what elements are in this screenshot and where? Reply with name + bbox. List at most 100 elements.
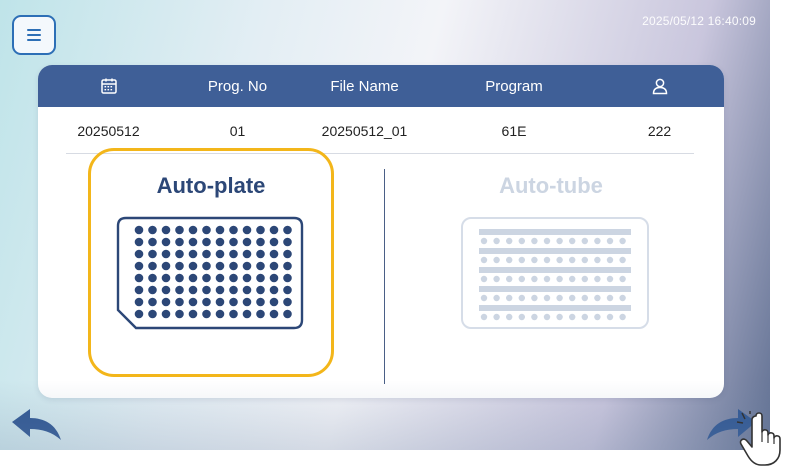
plate-well bbox=[188, 297, 198, 307]
plate-well bbox=[175, 237, 184, 247]
tube-slot bbox=[581, 237, 588, 245]
plate-well bbox=[175, 285, 184, 295]
plate-well bbox=[283, 225, 292, 235]
plate-well bbox=[148, 309, 157, 319]
tube-slot bbox=[581, 256, 588, 264]
plate-well bbox=[175, 297, 184, 307]
plate-well bbox=[175, 225, 184, 235]
tube-rack-bar bbox=[479, 248, 631, 254]
plate-well bbox=[229, 273, 238, 283]
tube-slot bbox=[619, 256, 626, 264]
tube-slot bbox=[556, 237, 563, 245]
plate-well bbox=[161, 225, 171, 235]
plate-well bbox=[229, 261, 238, 271]
plate-well bbox=[202, 309, 211, 319]
header-program: Program bbox=[485, 77, 543, 95]
plate-well bbox=[269, 285, 279, 295]
plate-well bbox=[202, 285, 211, 295]
plate-well bbox=[269, 249, 279, 259]
tube-slot bbox=[518, 256, 525, 264]
tube-slot bbox=[569, 313, 576, 321]
tube-slot bbox=[493, 275, 500, 283]
tube-slot bbox=[569, 275, 576, 283]
tube-slot bbox=[543, 275, 551, 283]
tube-slot bbox=[480, 237, 488, 245]
menu-button[interactable] bbox=[12, 15, 56, 55]
tube-slot bbox=[531, 237, 538, 245]
tube-slot bbox=[556, 256, 563, 264]
option-divider bbox=[384, 169, 385, 384]
plate-well bbox=[161, 237, 171, 247]
plate-well bbox=[161, 249, 171, 259]
tube-slot bbox=[619, 294, 626, 302]
plate-well bbox=[242, 273, 252, 283]
plate-well bbox=[175, 249, 184, 259]
tube-slot bbox=[556, 294, 563, 302]
tube-slot bbox=[480, 256, 488, 264]
plate-well bbox=[175, 309, 184, 319]
plate-well bbox=[242, 297, 252, 307]
plate-well bbox=[175, 261, 184, 271]
auto-tube-label: Auto-tube bbox=[499, 173, 603, 198]
tube-slot bbox=[594, 313, 601, 321]
cell-prog-no: 01 bbox=[229, 122, 246, 139]
cell-program: 61E bbox=[501, 122, 527, 139]
plate-well bbox=[202, 261, 211, 271]
plate-well bbox=[283, 285, 292, 295]
plate-well bbox=[215, 273, 225, 283]
plate-well bbox=[229, 285, 238, 295]
plate-well bbox=[148, 261, 157, 271]
tube-slot bbox=[594, 294, 601, 302]
plate-well bbox=[269, 309, 279, 319]
tube-slot bbox=[581, 313, 588, 321]
plate-well bbox=[161, 297, 171, 307]
plate-well bbox=[256, 237, 265, 247]
plate-well bbox=[175, 273, 184, 283]
plate-well bbox=[256, 309, 265, 319]
header-file-name: File Name bbox=[330, 77, 399, 95]
plate-well bbox=[188, 249, 198, 259]
tube-slot bbox=[543, 313, 551, 321]
plate-well bbox=[242, 285, 252, 295]
plate-well bbox=[148, 225, 157, 235]
plate-well bbox=[283, 237, 292, 247]
plate-well bbox=[215, 285, 225, 295]
tube-slot bbox=[531, 313, 538, 321]
tube-slot bbox=[619, 237, 626, 245]
header-user bbox=[595, 77, 724, 95]
tube-slot bbox=[493, 294, 500, 302]
tube-slot bbox=[480, 294, 488, 302]
plate-well bbox=[161, 309, 171, 319]
tube-slot bbox=[518, 313, 525, 321]
plate-well bbox=[134, 273, 144, 283]
plate-well bbox=[256, 297, 265, 307]
tube-slot bbox=[531, 256, 538, 264]
plate-well bbox=[242, 261, 252, 271]
plate-well bbox=[188, 309, 198, 319]
plate-well bbox=[229, 309, 238, 319]
plate-well bbox=[148, 273, 157, 283]
tube-slot bbox=[518, 275, 525, 283]
plate-well bbox=[161, 285, 171, 295]
plate-well bbox=[134, 309, 144, 319]
plate-well bbox=[134, 285, 144, 295]
tube-slot bbox=[606, 275, 614, 283]
plate-well bbox=[188, 285, 198, 295]
plate-well bbox=[229, 249, 238, 259]
96-well-plate-icon[interactable] bbox=[116, 216, 304, 330]
plate-well bbox=[202, 249, 211, 259]
tube-slot bbox=[581, 275, 588, 283]
plate-well bbox=[229, 225, 238, 235]
plate-well bbox=[215, 237, 225, 247]
plate-well bbox=[256, 249, 265, 259]
tube-rack-icon bbox=[461, 217, 649, 329]
back-arrow-icon[interactable] bbox=[6, 406, 64, 446]
tube-slot bbox=[493, 313, 500, 321]
plate-well bbox=[134, 237, 144, 247]
header-prog-no: Prog. No bbox=[207, 77, 268, 95]
tube-slot bbox=[606, 313, 614, 321]
plate-well bbox=[283, 249, 292, 259]
calendar-icon bbox=[100, 78, 117, 94]
plate-well bbox=[148, 297, 157, 307]
plate-well bbox=[256, 261, 265, 271]
